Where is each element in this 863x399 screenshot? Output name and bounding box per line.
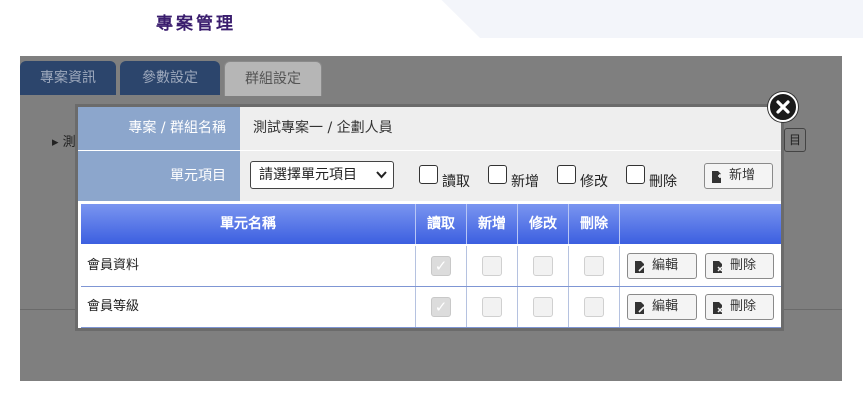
unit-item-select[interactable]: 請選擇單元項目: [250, 161, 394, 189]
actions-cell: 編輯 刪除: [620, 287, 781, 327]
delete-checkbox-label: 刪除: [649, 174, 677, 190]
create-checkbox[interactable]: [488, 165, 507, 184]
delete-checkbox[interactable]: [584, 256, 604, 276]
tab-project-info[interactable]: 專案資訊: [20, 61, 116, 95]
column-header-create: 新增: [467, 204, 518, 244]
column-header-update: 修改: [518, 204, 569, 244]
update-checkbox-label: 修改: [580, 174, 608, 190]
edit-button-label: 編輯: [652, 258, 679, 273]
create-checkbox[interactable]: [482, 256, 502, 276]
read-cell: ✓: [416, 287, 467, 327]
delete-document-icon: [712, 259, 724, 273]
header-title-area: [0, 0, 480, 38]
permission-table-header: 單元名稱 讀取 新增 修改 刪除: [81, 204, 781, 244]
delete-cell: [569, 246, 620, 286]
delete-button-label: 刪除: [730, 299, 757, 314]
create-checkbox[interactable]: [482, 297, 502, 317]
column-header-delete: 刪除: [569, 204, 620, 244]
column-header-unit-name: 單元名稱: [81, 204, 416, 244]
read-cell: ✓: [416, 246, 467, 286]
unit-item-row: 單元項目 請選擇單元項目 讀取 新增 修改 刪除 新增: [78, 150, 781, 201]
add-permission-button-label: 新增: [729, 168, 756, 183]
create-checkbox-label: 新增: [511, 174, 539, 190]
tab-group-settings[interactable]: 群組設定: [224, 61, 322, 96]
read-checkbox[interactable]: [419, 165, 438, 184]
delete-cell: [569, 287, 620, 327]
table-row: 會員資料 ✓ 編輯 刪除: [81, 246, 781, 287]
edit-button-label: 編輯: [652, 299, 679, 314]
update-checkbox[interactable]: [533, 297, 553, 317]
update-checkbox[interactable]: [557, 165, 576, 184]
edit-button[interactable]: 編輯: [627, 253, 697, 279]
background-tree-item: ▸ 測: [52, 135, 76, 150]
background-button: 目: [784, 128, 806, 152]
update-checkbox[interactable]: [533, 256, 553, 276]
column-header-actions: [620, 204, 781, 244]
update-cell: [518, 287, 569, 327]
chevron-down-icon: [376, 162, 387, 198]
edit-icon: [634, 259, 646, 273]
delete-document-icon: [712, 300, 724, 314]
tab-parameter-settings[interactable]: 參數設定: [120, 61, 220, 95]
edit-button[interactable]: 編輯: [627, 294, 697, 320]
unit-item-select-value: 請選擇單元項目: [259, 167, 357, 183]
unit-item-label: 單元項目: [78, 151, 240, 201]
add-document-icon: [711, 169, 723, 183]
table-row: 會員等級 ✓ 編輯 刪除: [81, 287, 781, 328]
add-permission-button[interactable]: 新增: [704, 163, 773, 189]
delete-checkbox[interactable]: [626, 165, 645, 184]
read-checkbox-checked[interactable]: ✓: [431, 297, 451, 317]
edit-icon: [634, 300, 646, 314]
close-icon[interactable]: [768, 92, 798, 122]
actions-cell: 編輯 刪除: [620, 246, 781, 286]
unit-name-cell: 會員資料: [81, 246, 416, 286]
project-group-row: 專案 / 群組名稱 測試專案一 / 企劃人員: [78, 107, 781, 150]
delete-button[interactable]: 刪除: [705, 253, 774, 279]
delete-button-label: 刪除: [730, 258, 757, 273]
project-group-label: 專案 / 群組名稱: [78, 107, 240, 150]
delete-button[interactable]: 刪除: [705, 294, 774, 320]
project-group-value: 測試專案一 / 企劃人員: [253, 120, 393, 136]
page-title: 專案管理: [156, 14, 236, 34]
delete-checkbox[interactable]: [584, 297, 604, 317]
unit-name-cell: 會員等級: [81, 287, 416, 327]
update-cell: [518, 246, 569, 286]
create-cell: [467, 246, 518, 286]
read-checkbox-checked[interactable]: ✓: [431, 256, 451, 276]
read-checkbox-label: 讀取: [442, 174, 470, 190]
column-header-read: 讀取: [416, 204, 467, 244]
create-cell: [467, 287, 518, 327]
